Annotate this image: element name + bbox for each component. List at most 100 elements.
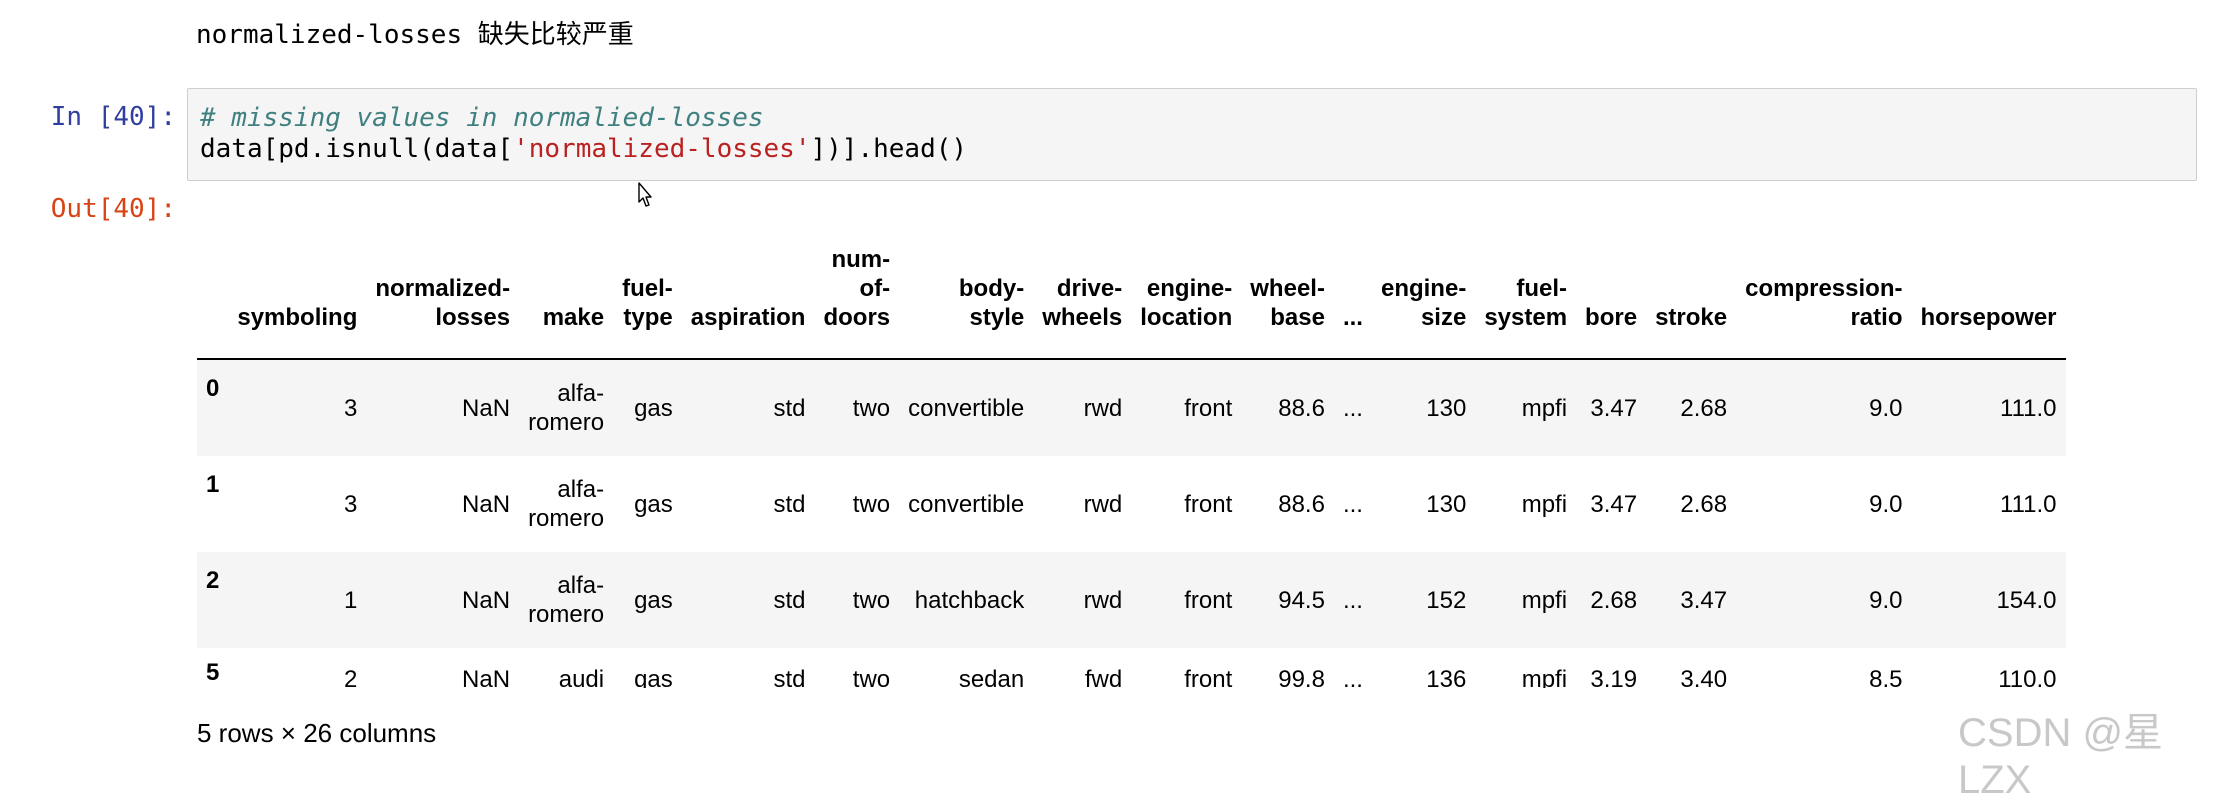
table-cell: 94.5 bbox=[1278, 586, 1325, 614]
cell-text-line: base bbox=[1270, 304, 1325, 331]
input-prompt: In [40]: bbox=[50, 102, 176, 132]
table-cell: front bbox=[1184, 586, 1233, 614]
cell-text-line: doors bbox=[823, 304, 891, 331]
cell-text-line: romero bbox=[528, 409, 605, 436]
table-cell: fwd bbox=[1084, 666, 1123, 688]
column-header: normalized-losses bbox=[366, 228, 520, 360]
table-cell: NaN bbox=[462, 490, 511, 518]
table-cell: mpfi bbox=[1521, 490, 1568, 518]
table-cell: gas bbox=[634, 490, 673, 518]
cell-text-line: type bbox=[623, 304, 673, 331]
table-cell: 1 bbox=[344, 586, 358, 614]
table-cell: 110.0 bbox=[1998, 666, 2057, 688]
cell-text-line: bore bbox=[1585, 304, 1638, 331]
column-header: compression-ratio bbox=[1736, 228, 1912, 360]
cell-text-line: wheel- bbox=[1250, 275, 1325, 302]
table-body: 0 3 NaN alfa-romero gas std two convertible rwd f… bbox=[197, 359, 2066, 688]
table-cell: sedan bbox=[958, 666, 1025, 688]
cell-text-line: engine- bbox=[1146, 275, 1233, 302]
table-cell: ... bbox=[1342, 586, 1363, 614]
column-header: fuel-system bbox=[1475, 228, 1577, 360]
cell-text-line: wheels bbox=[1042, 304, 1123, 331]
column-header: stroke bbox=[1646, 228, 1737, 360]
dataframe-table: symboling normalized-losses make fuel-type a… bbox=[197, 228, 2066, 688]
cell-text-line: ratio bbox=[1850, 304, 1903, 331]
table-cell: rwd bbox=[1083, 586, 1123, 614]
table-cell: alfa-romero bbox=[519, 552, 613, 648]
table-cell: mpfi bbox=[1521, 586, 1568, 614]
cell-text-line: compression- bbox=[1745, 275, 1903, 302]
cell-text-line: alfa- bbox=[557, 380, 605, 407]
table-cell: 88.6 bbox=[1278, 394, 1325, 422]
table-cell: 9.0 bbox=[1869, 490, 1903, 518]
column-header: num-of-doors bbox=[814, 228, 900, 360]
table-cell: 111.0 bbox=[2000, 490, 2057, 518]
table-cell: 9.0 bbox=[1869, 394, 1903, 422]
cell-text-line: ... bbox=[1342, 304, 1363, 331]
table-cell: gas bbox=[634, 586, 673, 614]
cell-text-line: num- bbox=[831, 246, 891, 273]
column-header: horsepower bbox=[1911, 228, 2066, 360]
code-suffix: ])].head() bbox=[810, 134, 968, 164]
table-cell: ... bbox=[1342, 490, 1363, 518]
table-row: 1 3 NaN alfa-romero gas std two convertible rwd f… bbox=[197, 456, 2066, 552]
code-line: data[pd.isnull(data['normalized-losses']… bbox=[200, 134, 967, 164]
table-cell: 88.6 bbox=[1278, 490, 1325, 518]
table-cell: hatchback bbox=[914, 586, 1025, 614]
cell-text-line: make bbox=[542, 304, 605, 331]
cell-text-line: alfa- bbox=[557, 476, 605, 503]
cell-text-line: body- bbox=[958, 275, 1025, 302]
table-cell: NaN bbox=[462, 666, 511, 688]
table-cell: mpfi bbox=[1521, 666, 1568, 688]
cell-text-line: size bbox=[1420, 304, 1467, 331]
cell-text-line: fuel- bbox=[622, 275, 673, 302]
table-cell: 2.68 bbox=[1680, 394, 1728, 422]
table-cell: 111.0 bbox=[2000, 394, 2057, 422]
table-cell: convertible bbox=[908, 490, 1025, 518]
cell-text-line: normalized- bbox=[375, 275, 511, 302]
cell-text-line: drive- bbox=[1056, 275, 1123, 302]
table-cell: 3.40 bbox=[1680, 666, 1728, 688]
table-cell: std bbox=[773, 490, 806, 518]
table-cell: alfa-romero bbox=[519, 456, 613, 552]
table-cell: std bbox=[773, 666, 806, 688]
table-cell: 136 bbox=[1426, 666, 1467, 688]
cell-text-line: symboling bbox=[237, 304, 358, 331]
row-index: 1 bbox=[206, 471, 220, 498]
table-cell: std bbox=[773, 586, 806, 614]
table-cell: rwd bbox=[1083, 490, 1123, 518]
code-editor[interactable]: # missing values in normalied-losses dat… bbox=[187, 88, 2197, 181]
table-cell: 3.19 bbox=[1590, 666, 1638, 688]
cell-text-line: stroke bbox=[1655, 304, 1728, 331]
column-header: wheel-base bbox=[1241, 228, 1334, 360]
cell-text-line: system bbox=[1484, 304, 1568, 331]
table-cell: 2 bbox=[344, 666, 358, 688]
output-prompt: Out[40]: bbox=[50, 194, 176, 224]
table-cell: NaN bbox=[462, 586, 511, 614]
column-header: ... bbox=[1333, 228, 1372, 360]
table-cell: alfa-romero bbox=[519, 359, 613, 456]
table-cell: ... bbox=[1342, 394, 1363, 422]
table-cell: 3 bbox=[344, 394, 358, 422]
watermark: CSDN @星LZX bbox=[1958, 711, 2164, 802]
table-cell: front bbox=[1184, 666, 1233, 688]
column-header: body-style bbox=[899, 228, 1034, 360]
table-cell: 8.5 bbox=[1869, 666, 1903, 688]
column-header: fuel-type bbox=[613, 228, 682, 360]
cell-text-line: romero bbox=[528, 601, 605, 628]
dataframe-output[interactable]: symboling normalized-losses make fuel-type a… bbox=[197, 228, 2179, 688]
markdown-text: normalized-losses 缺失比较严重 bbox=[196, 20, 634, 50]
column-header: make bbox=[519, 228, 614, 360]
column-header: drive-wheels bbox=[1033, 228, 1132, 360]
table-cell: convertible bbox=[908, 394, 1025, 422]
cell-text-line: engine- bbox=[1380, 275, 1467, 302]
table-cell: front bbox=[1184, 394, 1233, 422]
column-header: engine-size bbox=[1371, 228, 1476, 360]
table-cell: two bbox=[852, 666, 891, 688]
table-cell: 3.47 bbox=[1680, 586, 1728, 614]
row-index: 0 bbox=[206, 375, 220, 402]
cell-text-line: alfa- bbox=[557, 572, 605, 599]
table-cell: two bbox=[852, 490, 891, 518]
mouse-pointer-icon bbox=[638, 182, 652, 207]
column-header: bore bbox=[1576, 228, 1647, 360]
